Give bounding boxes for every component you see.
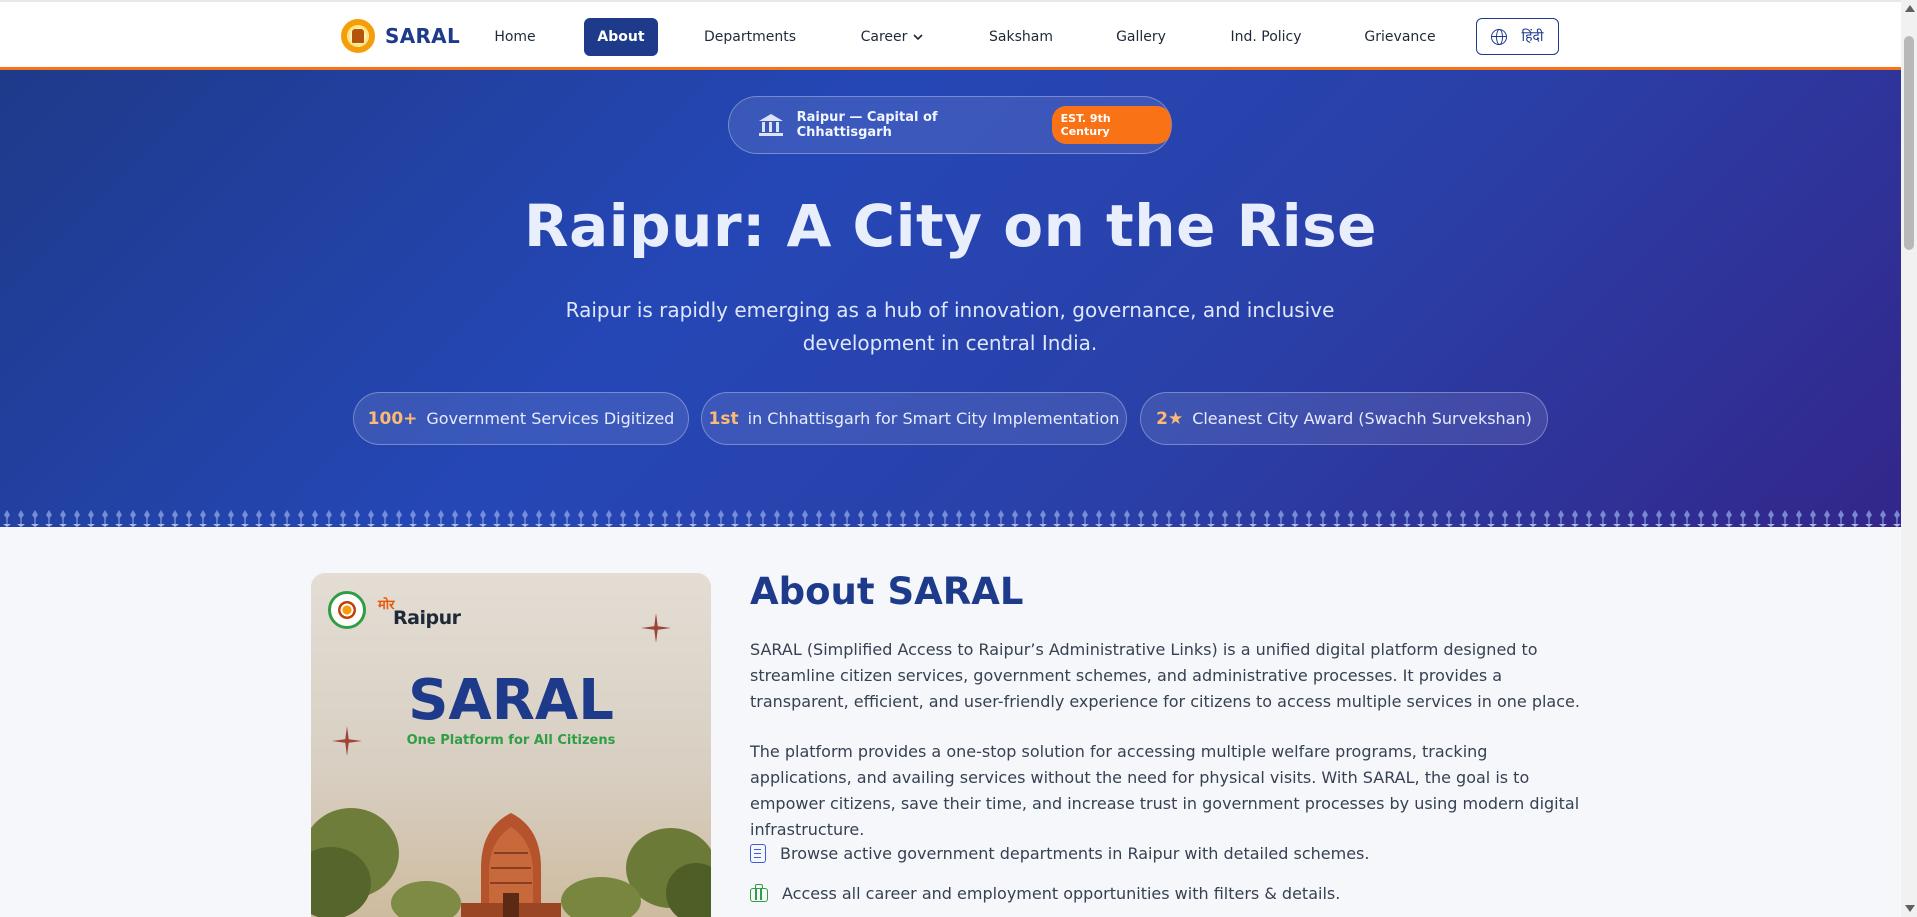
feature-text: Browse active government departments in …	[780, 843, 1370, 863]
page-scrollbar[interactable]	[1901, 0, 1917, 917]
top-navbar: SARAL Home About Departments Career Saks…	[0, 0, 1901, 70]
sparkle-icon	[641, 613, 671, 643]
nav-departments[interactable]: Departments	[694, 18, 806, 56]
feature-text: Access all career and employment opportu…	[782, 883, 1341, 903]
promo-title: SARAL	[408, 668, 614, 733]
decorative-border-pattern	[0, 507, 1901, 527]
nav-about[interactable]: About	[584, 18, 658, 56]
nav-gallery[interactable]: Gallery	[1106, 18, 1176, 56]
government-seal-icon	[328, 591, 366, 629]
building-icon	[750, 843, 766, 863]
established-pill: EST. 9th Century	[1051, 106, 1171, 144]
stat-label: Cleanest City Award (Swachh Survekshan)	[1192, 409, 1532, 428]
about-paragraph: The platform provides a one-stop solutio…	[750, 742, 1580, 839]
scrollbar-thumb[interactable]	[1904, 36, 1914, 250]
hero-badge-text: Raipur — Capital of Chhattisgarh	[796, 110, 938, 140]
scroll-down-arrow-icon[interactable]	[1905, 905, 1915, 912]
hero-badge: Raipur — Capital of Chhattisgarh EST. 9t…	[728, 96, 1172, 154]
language-toggle-button[interactable]: हिंदी	[1476, 18, 1559, 55]
raipur-logo-text: Raipur	[393, 607, 461, 629]
nav-grievance[interactable]: Grievance	[1358, 18, 1442, 56]
stat-value: 2★	[1156, 408, 1184, 429]
stat-label: in Chhattisgarh for Smart City Implement…	[747, 409, 1120, 428]
feature-item-departments: Browse active government departments in …	[750, 840, 1369, 866]
main-nav: Home About Departments Career Saksham Ga…	[0, 18, 1901, 56]
briefcase-icon	[750, 883, 768, 902]
stat-chip: 1st in Chhattisgarh for Smart City Imple…	[701, 392, 1127, 445]
saral-promo-image: मोर Raipur SARAL One Platform for All Ci…	[311, 573, 711, 917]
landmark-icon	[759, 114, 783, 136]
stat-value: 1st	[708, 408, 739, 429]
stat-chip: 2★ Cleanest City Award (Swachh Surveksha…	[1140, 392, 1548, 445]
temple-landscape-illustration	[311, 808, 711, 917]
stat-chip: 100+ Government Services Digitized	[353, 392, 689, 445]
mor-text: मोर	[378, 598, 395, 613]
stat-value: 100+	[367, 408, 418, 429]
nav-home[interactable]: Home	[480, 18, 550, 56]
scroll-up-arrow-icon[interactable]	[1905, 5, 1915, 12]
promo-tagline: One Platform for All Citizens	[406, 733, 616, 748]
language-label: हिंदी	[1521, 29, 1544, 45]
nav-ind-policy[interactable]: Ind. Policy	[1222, 18, 1310, 56]
chevron-down-icon	[913, 33, 923, 40]
about-paragraph: SARAL (Simplified Access to Raipur’s Adm…	[750, 640, 1580, 711]
nav-career-label: Career	[860, 29, 908, 45]
globe-icon	[1491, 28, 1508, 45]
hero-subtitle: Raipur is rapidly emerging as a hub of i…	[565, 298, 1335, 355]
stat-label: Government Services Digitized	[426, 409, 675, 428]
nav-saksham[interactable]: Saksham	[980, 18, 1062, 56]
feature-item-careers: Access all career and employment opportu…	[750, 880, 1340, 906]
nav-career[interactable]: Career	[852, 18, 932, 56]
hero-title: Raipur: A City on the Rise	[523, 192, 1377, 260]
hero-section: Raipur — Capital of Chhattisgarh EST. 9t…	[0, 70, 1901, 527]
about-title: About SARAL	[750, 570, 1024, 613]
